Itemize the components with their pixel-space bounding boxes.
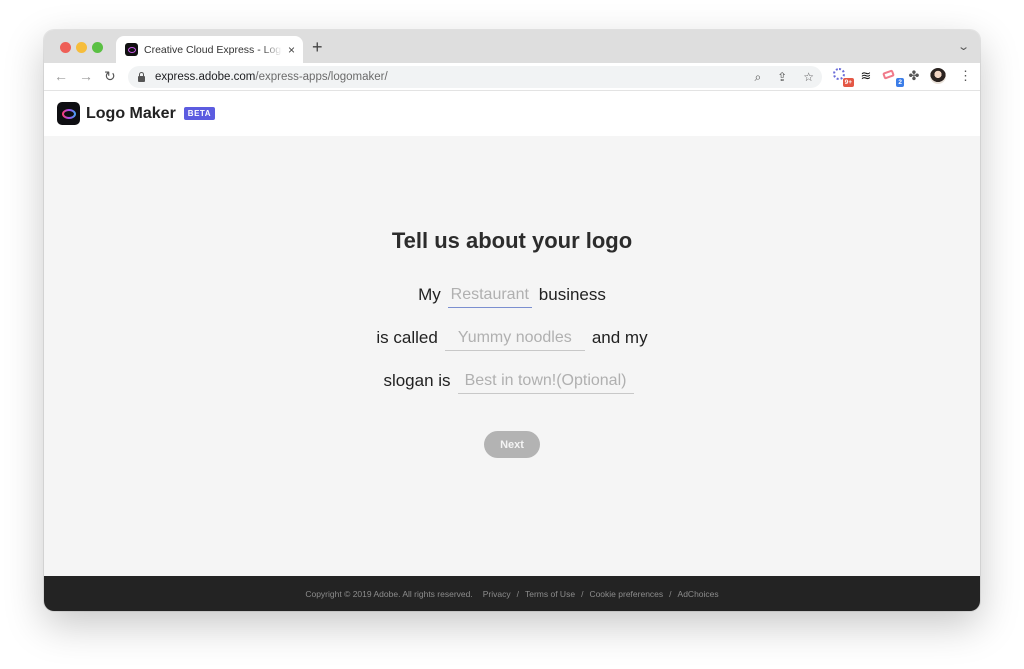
- browser-tab-active[interactable]: Creative Cloud Express - Logo Maker ×: [116, 36, 303, 63]
- creative-cloud-favicon-icon: [125, 43, 138, 56]
- maximize-window-button[interactable]: [92, 42, 103, 53]
- profile-avatar[interactable]: [930, 68, 946, 84]
- url-text[interactable]: express.adobe.com/express-apps/logomaker…: [155, 71, 388, 83]
- terms-of-use-link[interactable]: Terms of Use: [525, 589, 575, 599]
- browser-toolbar: ← → ↻ express.adobe.com/express-apps/log…: [44, 63, 980, 91]
- privacy-link[interactable]: Privacy: [483, 589, 511, 599]
- extension-1-badge: 9+: [842, 78, 854, 87]
- footer-separator: /: [669, 588, 672, 599]
- logo-form-section: Tell us about your logo My business is c…: [44, 136, 980, 576]
- buffer-extension-icon[interactable]: ≋: [858, 68, 874, 84]
- extensions-puzzle-icon[interactable]: ✤: [906, 68, 922, 84]
- tab-search-chevron-icon[interactable]: ⌄: [957, 40, 970, 53]
- minimize-window-button[interactable]: [76, 42, 87, 53]
- app-name: Logo Maker: [86, 104, 176, 122]
- url-host: express.adobe.com: [155, 71, 256, 83]
- adchoices-link[interactable]: AdChoices: [678, 589, 719, 599]
- next-button[interactable]: Next: [484, 431, 540, 458]
- business-name-input[interactable]: [444, 327, 585, 351]
- back-arrow-icon[interactable]: ←: [54, 68, 68, 84]
- footer-separator: /: [581, 588, 584, 599]
- business-type-line: My business: [44, 284, 980, 308]
- bookmark-star-icon[interactable]: ☆: [803, 69, 814, 85]
- business-type-input[interactable]: [447, 284, 532, 308]
- cookie-preferences-link[interactable]: Cookie preferences: [589, 589, 663, 599]
- address-bar[interactable]: express.adobe.com/express-apps/logomaker…: [128, 66, 822, 88]
- zoom-icon[interactable]: ⌕: [754, 69, 761, 85]
- share-icon[interactable]: ⇪: [777, 69, 787, 85]
- forward-arrow-icon[interactable]: →: [79, 68, 93, 84]
- business-type-suffix: business: [538, 285, 606, 304]
- copyright-text: Copyright © 2019 Adobe. All rights reser…: [305, 588, 473, 599]
- creative-cloud-logo-icon[interactable]: [57, 102, 80, 125]
- slogan-prefix: slogan is: [383, 371, 451, 390]
- browser-window: Creative Cloud Express - Logo Maker × + …: [44, 30, 980, 611]
- extension-1-icon[interactable]: 9+: [832, 68, 854, 87]
- business-name-prefix: is called: [376, 328, 438, 347]
- tab-close-icon[interactable]: ×: [288, 43, 295, 57]
- beta-badge: BETA: [183, 107, 215, 120]
- new-tab-button[interactable]: +: [312, 38, 323, 56]
- slogan-input[interactable]: [457, 370, 634, 394]
- business-name-line: is called and my: [44, 327, 980, 351]
- form-heading: Tell us about your logo: [391, 228, 633, 253]
- url-path: /express-apps/logomaker/: [255, 71, 388, 83]
- footer-separator: /: [516, 588, 519, 599]
- slogan-line: slogan is: [44, 370, 980, 394]
- business-type-prefix: My: [418, 285, 441, 304]
- footer: Copyright © 2019 Adobe. All rights reser…: [44, 576, 980, 611]
- reload-icon[interactable]: ↻: [104, 68, 116, 84]
- extension-3-icon[interactable]: 2: [882, 68, 904, 87]
- lock-icon: [138, 71, 145, 82]
- app-header: Logo Maker BETA: [44, 91, 980, 136]
- close-window-button[interactable]: [60, 42, 71, 53]
- browser-menu-icon[interactable]: ⋮: [959, 68, 972, 84]
- tab-title: Creative Cloud Express - Logo Maker: [144, 43, 282, 56]
- business-name-suffix: and my: [591, 328, 648, 347]
- extension-3-badge: 2: [896, 78, 904, 87]
- tab-strip: Creative Cloud Express - Logo Maker × + …: [44, 30, 980, 63]
